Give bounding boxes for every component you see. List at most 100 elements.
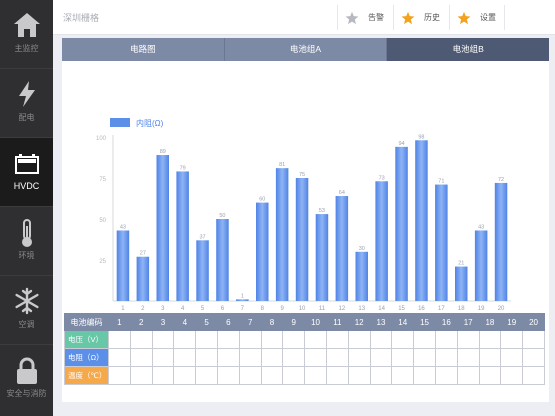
bar [474, 230, 488, 301]
table-cell [238, 366, 262, 385]
table-cell [434, 348, 458, 367]
bar-value-label: 53 [319, 208, 325, 214]
tab-battery-group-a[interactable]: 电池组A [224, 38, 388, 61]
bar [196, 240, 209, 301]
lock-icon [0, 356, 53, 384]
table-column-header: 8 [260, 313, 284, 331]
sidebar-item-label: 主监控 [14, 44, 39, 53]
bar-value-label: 27 [140, 251, 146, 257]
alarm-button[interactable]: 告警 [337, 5, 393, 30]
legend-label: 内阻(Ω) [136, 118, 164, 128]
table-cell [456, 330, 480, 349]
x-tick-label: 2 [141, 306, 145, 311]
history-button[interactable]: 历史 [393, 5, 449, 30]
table-row-label: 电阻（Ω） [64, 348, 109, 367]
bar-value-label: 37 [199, 234, 205, 240]
bar-value-label: 1 [241, 293, 244, 299]
table-cell [260, 330, 284, 349]
bar [415, 140, 428, 301]
table-cell [129, 348, 153, 367]
alarm-label: 告警 [368, 13, 384, 22]
bar [256, 202, 269, 301]
bar-value-label: 81 [279, 162, 285, 168]
table-cell [347, 366, 371, 385]
thermometer-icon [0, 218, 53, 247]
settings-button[interactable]: 设置 [449, 5, 505, 30]
sidebar-item-environment[interactable]: 环境 [0, 207, 53, 276]
bar [216, 219, 229, 301]
sidebar-item-main-monitor[interactable]: 主监控 [0, 0, 53, 69]
settings-label: 设置 [480, 13, 496, 22]
y-tick-label: 50 [99, 218, 106, 224]
table-cell [129, 330, 153, 349]
x-tick-label: 12 [339, 306, 346, 311]
table-row: 电压（V） [64, 330, 545, 349]
table-cell [173, 366, 197, 385]
x-tick-label: 1 [121, 306, 125, 311]
table-cell [434, 366, 458, 385]
tab-battery-group-b[interactable]: 电池组B [387, 38, 550, 61]
bar-value-label: 30 [359, 246, 365, 252]
x-tick-label: 5 [201, 306, 205, 311]
sidebar-item-security-fire[interactable]: 安全与消防 [0, 345, 53, 416]
table-column-header: 18 [478, 313, 502, 331]
sidebar-item-label: 环境 [18, 251, 35, 260]
table-column-header: 17 [456, 313, 480, 331]
table-column-header: 14 [391, 313, 415, 331]
sidebar: 主监控 配电 HVDC 环境 空调 安全与消防 [0, 0, 53, 416]
table-cell [478, 366, 502, 385]
x-tick-label: 15 [398, 306, 405, 311]
x-tick-label: 19 [478, 306, 485, 311]
table-column-header: 5 [195, 313, 218, 331]
table-row-label: 温度（℃） [64, 366, 109, 385]
bar [315, 214, 329, 301]
table-cell [108, 330, 131, 349]
table-cell [304, 366, 327, 385]
table-cell [391, 330, 415, 349]
table-cell [151, 366, 175, 385]
table-cell [325, 348, 349, 367]
sidebar-item-power-distribution[interactable]: 配电 [0, 69, 53, 138]
tab-circuit-diagram[interactable]: 电路图 [62, 38, 225, 61]
star-icon [345, 11, 359, 24]
bar-value-label: 94 [398, 141, 404, 147]
x-tick-label: 3 [161, 306, 165, 311]
x-tick-label: 17 [438, 306, 445, 311]
bar [355, 251, 368, 301]
table-cell [173, 330, 197, 349]
table-cell [195, 330, 218, 349]
sidebar-item-hvdc[interactable]: HVDC [0, 138, 53, 207]
table-cell [260, 348, 284, 367]
table-cell [413, 348, 436, 367]
bar [116, 230, 130, 301]
y-tick-label: 25 [99, 259, 106, 265]
table-cell [195, 366, 218, 385]
table-column-header: 3 [151, 313, 175, 331]
battery-icon [0, 149, 53, 177]
table-cell [369, 330, 393, 349]
x-tick-label: 7 [241, 306, 245, 311]
table-cell [369, 366, 393, 385]
x-tick-label: 9 [280, 306, 284, 311]
table-row: 温度（℃） [64, 366, 545, 385]
table-cell [456, 348, 480, 367]
snowflake-icon [0, 287, 53, 315]
x-tick-label: 16 [418, 306, 425, 311]
bar-value-label: 43 [478, 224, 484, 230]
table-column-header: 15 [413, 313, 436, 331]
table-cell [195, 348, 218, 367]
bar [295, 178, 309, 301]
table-cell [216, 366, 240, 385]
sidebar-item-air-conditioning[interactable]: 空调 [0, 276, 53, 345]
bar-value-label: 64 [339, 190, 345, 196]
table-column-header: 12 [347, 313, 371, 331]
sidebar-item-label: 安全与消防 [6, 389, 47, 398]
star-icon [401, 11, 415, 24]
x-tick-label: 20 [498, 306, 505, 311]
y-tick-label: 100 [96, 136, 107, 142]
table-cell [304, 330, 327, 349]
table-cell [522, 366, 545, 385]
bar-value-label: 50 [219, 213, 225, 219]
table-cell [282, 366, 306, 385]
bar [395, 146, 408, 301]
